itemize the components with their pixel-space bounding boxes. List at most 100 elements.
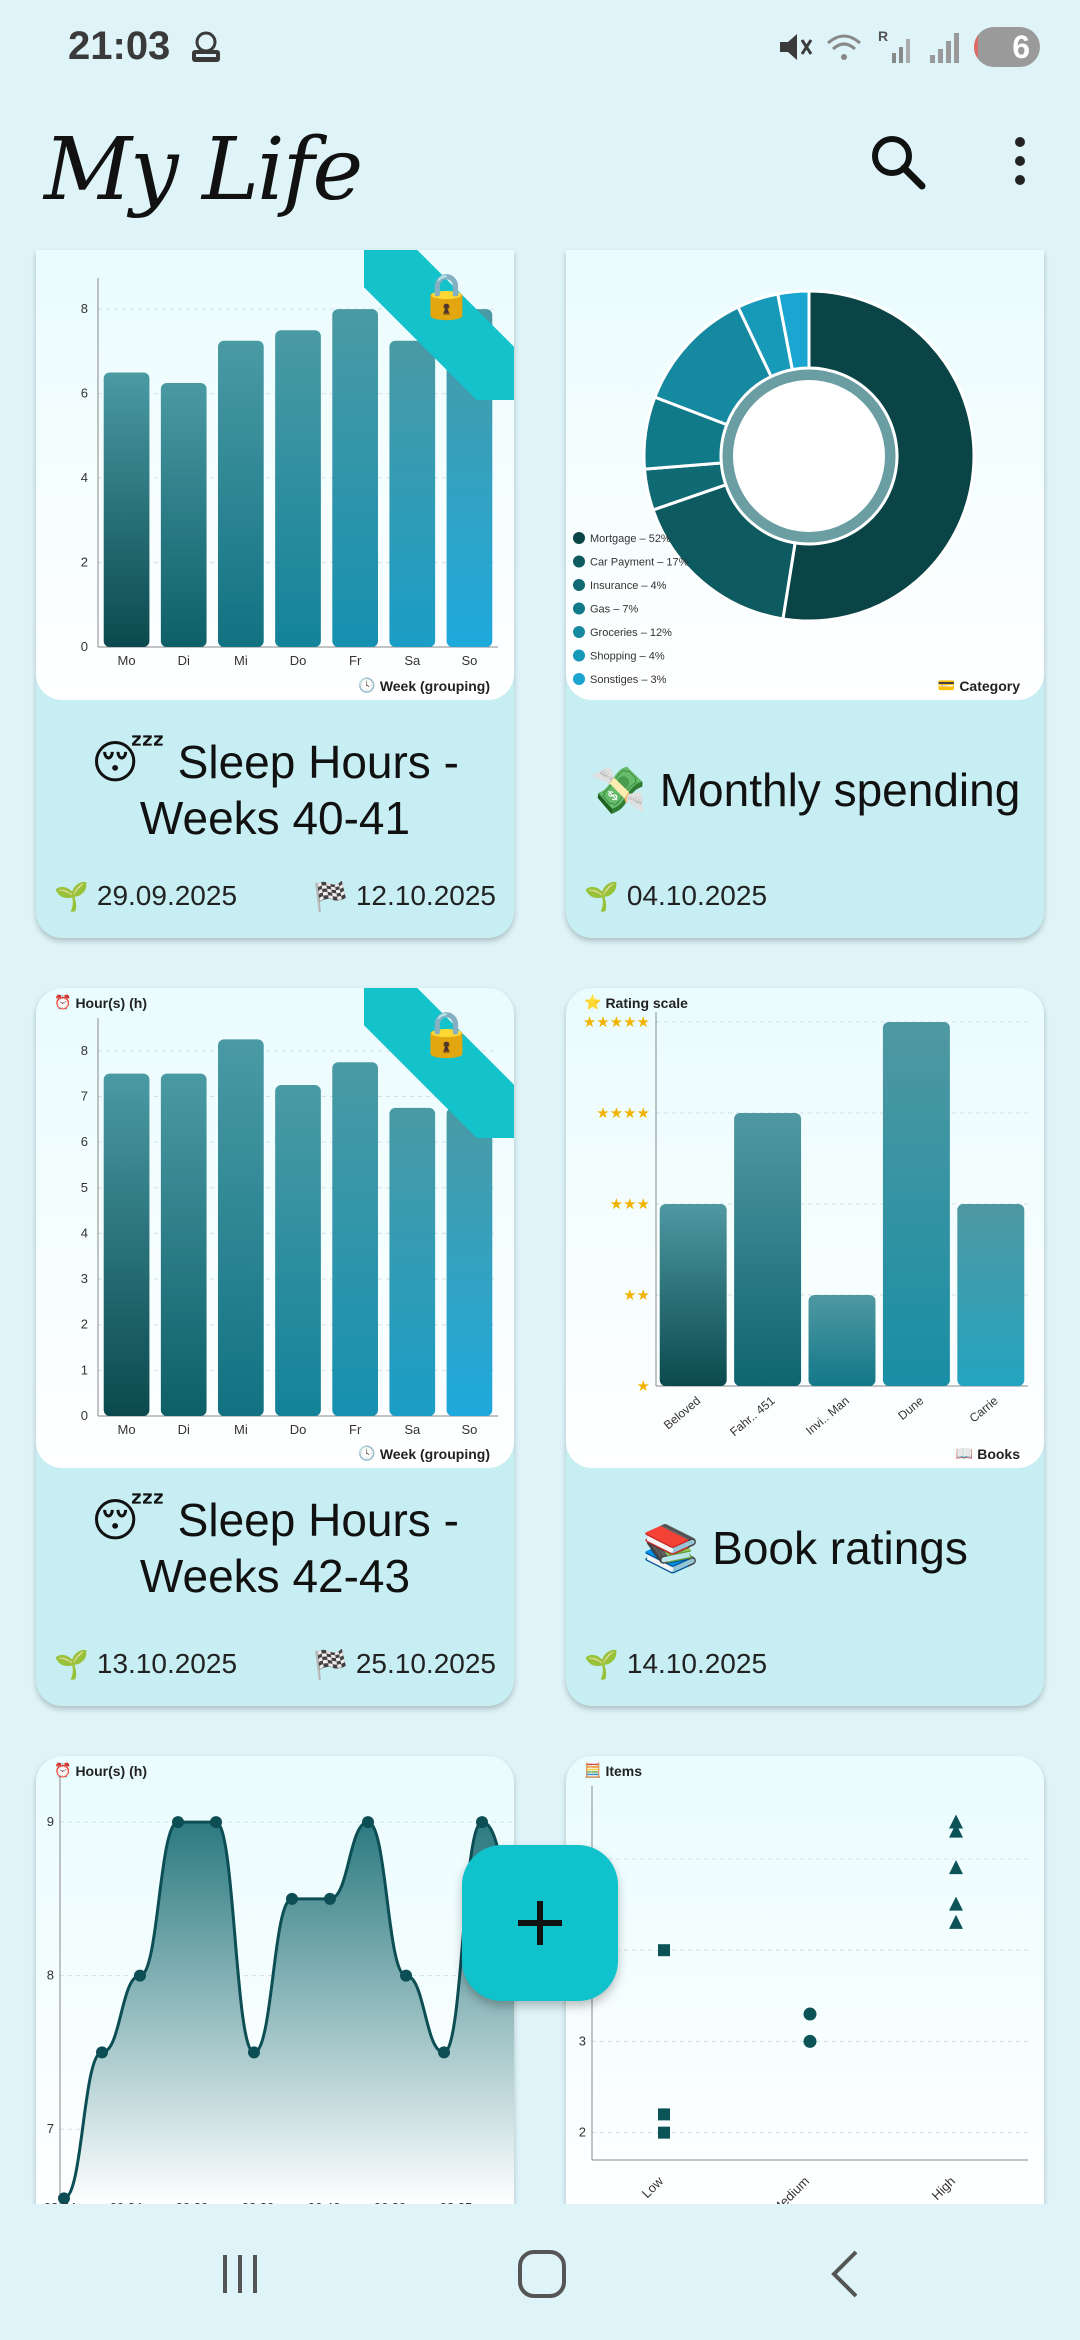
sleep-bar-chart-1: 0 2 4 6 8 Mo Di Mi Do Fr Sa So 🔒 🕓 Week (grouping) bbox=[36, 250, 514, 700]
book-icon: 📖 bbox=[955, 1445, 974, 1461]
home-button[interactable] bbox=[502, 2234, 582, 2314]
system-nav-bar bbox=[0, 2204, 1080, 2340]
start-date: 🌱 29.09.2025 bbox=[54, 880, 238, 912]
seedling-icon: 🌱 bbox=[54, 1648, 89, 1680]
bar-sa bbox=[389, 1107, 436, 1416]
status-time: 21:03 bbox=[68, 24, 171, 68]
chart-svg: ★★★★★★★★★★★★★★★Beloved Fahr.. 451 Invi.. M… bbox=[583, 1012, 1028, 1439]
card-monthly-spending[interactable]: Mortgage – 52% Car Payment – 17% Insurance… bbox=[566, 250, 1044, 938]
credit-card-icon: 💳 bbox=[937, 677, 956, 693]
mute-icon bbox=[780, 34, 813, 60]
card-title: 😴 Sleep Hours - Weeks 42-43 bbox=[56, 1488, 494, 1608]
search-icon[interactable] bbox=[866, 130, 928, 192]
sleep-area-chart: 78908:5409:2409:2908:2006:4606:3908:25 ⏰… bbox=[36, 1756, 514, 2216]
area-fill bbox=[64, 1822, 514, 2206]
card-book-ratings[interactable]: ★ ★★ ★★★ ★★★★ ★★★★★ Beloved Fahr.. 451 Invi.. M… bbox=[566, 988, 1044, 1706]
lock-icon: 🔒 bbox=[419, 1010, 474, 1059]
battery-indicator: 6 bbox=[974, 27, 1040, 67]
x-tick-label: Low bbox=[639, 2173, 667, 2201]
x-tick-label: Carrie bbox=[967, 1393, 1001, 1425]
recents-button[interactable] bbox=[200, 2234, 280, 2314]
back-button[interactable] bbox=[805, 2234, 885, 2314]
battery-level-text: 6 bbox=[1012, 28, 1030, 65]
card-title: 😴 Sleep Hours - Weeks 40-41 bbox=[56, 734, 494, 846]
star-icon: ⭐ bbox=[584, 994, 602, 1010]
card-title: 💸 Monthly spending bbox=[586, 734, 1024, 846]
status-bar: 21:03 R 6 bbox=[0, 0, 1080, 95]
more-vert-icon[interactable] bbox=[1000, 130, 1040, 192]
card-sleep-hours-weeks-42-43[interactable]: 0 1 2 3 4 5 6 7 8 Mo Di Mi Do Fr Sa So 🔒 ⏰ Hour(s) (h) 🕓… bbox=[36, 988, 514, 1706]
x-tick-label: Sa bbox=[404, 1422, 421, 1437]
card-title-text: Sleep Hours - Weeks 42-43 bbox=[139, 1494, 459, 1602]
y-tick-label: 7 bbox=[81, 1088, 88, 1103]
x-tick-label: Di bbox=[178, 653, 190, 668]
card-dates: 🌱 29.09.2025 🏁 12.10.2025 bbox=[54, 876, 496, 916]
x-axis-label: 📖 Books bbox=[955, 1445, 1020, 1462]
locked-ribbon: 🔒 bbox=[364, 250, 514, 400]
y-axis-label: 🧮 Items bbox=[584, 1762, 643, 1779]
clock-icon: 🕓 bbox=[358, 1445, 376, 1461]
bar-di bbox=[160, 1073, 207, 1416]
bar-invi-man bbox=[808, 1295, 876, 1386]
start-date: 🌱 13.10.2025 bbox=[54, 1648, 238, 1680]
legend-swatch bbox=[573, 673, 585, 685]
network-label: R bbox=[878, 28, 888, 44]
clock-icon: 🕓 bbox=[358, 677, 376, 693]
plus-icon bbox=[518, 1901, 562, 1945]
scatter-triangle bbox=[949, 1896, 963, 1911]
card-dates: 🌱 14.10.2025 bbox=[584, 1644, 1026, 1684]
x-tick-label: Di bbox=[178, 1422, 190, 1437]
chart-svg: Mortgage – 52% Car Payment – 17% Insurance… bbox=[573, 289, 976, 686]
card-title: 📚 Book ratings bbox=[586, 1488, 1024, 1608]
y-tick-label: 8 bbox=[81, 1043, 88, 1058]
scatter-square bbox=[658, 1944, 670, 1957]
x-tick-label: So bbox=[461, 653, 477, 668]
donut-hole bbox=[733, 380, 885, 532]
x-tick-label: So bbox=[461, 1422, 477, 1437]
x-tick-label: Fahr.. 451 bbox=[727, 1393, 778, 1439]
x-tick-label: Mo bbox=[118, 1422, 136, 1437]
legend-swatch bbox=[573, 532, 585, 544]
y-tick-label: 2 bbox=[81, 1317, 88, 1332]
x-tick-label: Do bbox=[290, 1422, 307, 1437]
x-tick-label: Mi bbox=[234, 653, 248, 668]
end-date: 🏁 25.10.2025 bbox=[312, 1648, 496, 1680]
bar-mi bbox=[218, 1039, 264, 1416]
scatter-square bbox=[658, 2126, 670, 2139]
card-sleep-area-chart[interactable]: 78908:5409:2409:2908:2006:4606:3908:25 ⏰… bbox=[36, 1756, 514, 2216]
battery-level bbox=[974, 27, 978, 67]
bar-so bbox=[446, 1107, 493, 1416]
data-point bbox=[476, 1816, 488, 1829]
legend-label: Groceries – 12% bbox=[590, 627, 672, 639]
sleep-bar-chart-2: 0 1 2 3 4 5 6 7 8 Mo Di Mi Do Fr Sa So 🔒 ⏰ Hour(s) (h) 🕓… bbox=[36, 988, 514, 1468]
legend-swatch bbox=[573, 602, 585, 615]
locked-ribbon: 🔒 bbox=[364, 988, 514, 1138]
y-tick-label: 3 bbox=[579, 2033, 586, 2048]
seedling-icon: 🌱 bbox=[54, 880, 89, 912]
y-tick-label: 8 bbox=[81, 301, 88, 316]
add-button[interactable] bbox=[462, 1845, 618, 2001]
y-tick-label: 6 bbox=[81, 386, 88, 401]
y-tick-label: ★★★ bbox=[610, 1196, 650, 1213]
y-tick-label: ★★★★★ bbox=[583, 1014, 650, 1031]
scatter-circle bbox=[803, 2007, 817, 2021]
start-date: 🌱 14.10.2025 bbox=[584, 1648, 768, 1680]
signal-icon-2 bbox=[930, 33, 959, 63]
data-point bbox=[362, 1816, 374, 1829]
legend-label: Gas – 7% bbox=[590, 604, 639, 616]
wifi-icon bbox=[827, 34, 861, 60]
card-sleep-hours-weeks-40-41[interactable]: 0 2 4 6 8 Mo Di Mi Do Fr Sa So 🔒 🕓 Week (grouping) 😴… bbox=[36, 250, 514, 938]
y-tick-label: 5 bbox=[81, 1180, 88, 1195]
legend-label: Shopping – 4% bbox=[590, 651, 665, 663]
x-tick-label: Fr bbox=[349, 653, 362, 668]
checkered-flag-icon: 🏁 bbox=[312, 880, 348, 912]
recents-icon bbox=[223, 2255, 257, 2293]
y-axis-label: ⏰ Hour(s) (h) bbox=[54, 1762, 147, 1779]
x-tick-label: Sa bbox=[404, 653, 421, 668]
home-icon bbox=[518, 2250, 566, 2298]
signal-icon: R bbox=[878, 28, 910, 63]
spending-donut-chart: Mortgage – 52% Car Payment – 17% Insurance… bbox=[566, 250, 1044, 700]
alarm-clock-icon: ⏰ bbox=[54, 1762, 72, 1778]
card-items-scatter[interactable]: 2 3 Low Medium High 🧮 Items bbox=[566, 1756, 1044, 2216]
x-axis-label: 🕓 Week (grouping) bbox=[358, 1445, 490, 1462]
